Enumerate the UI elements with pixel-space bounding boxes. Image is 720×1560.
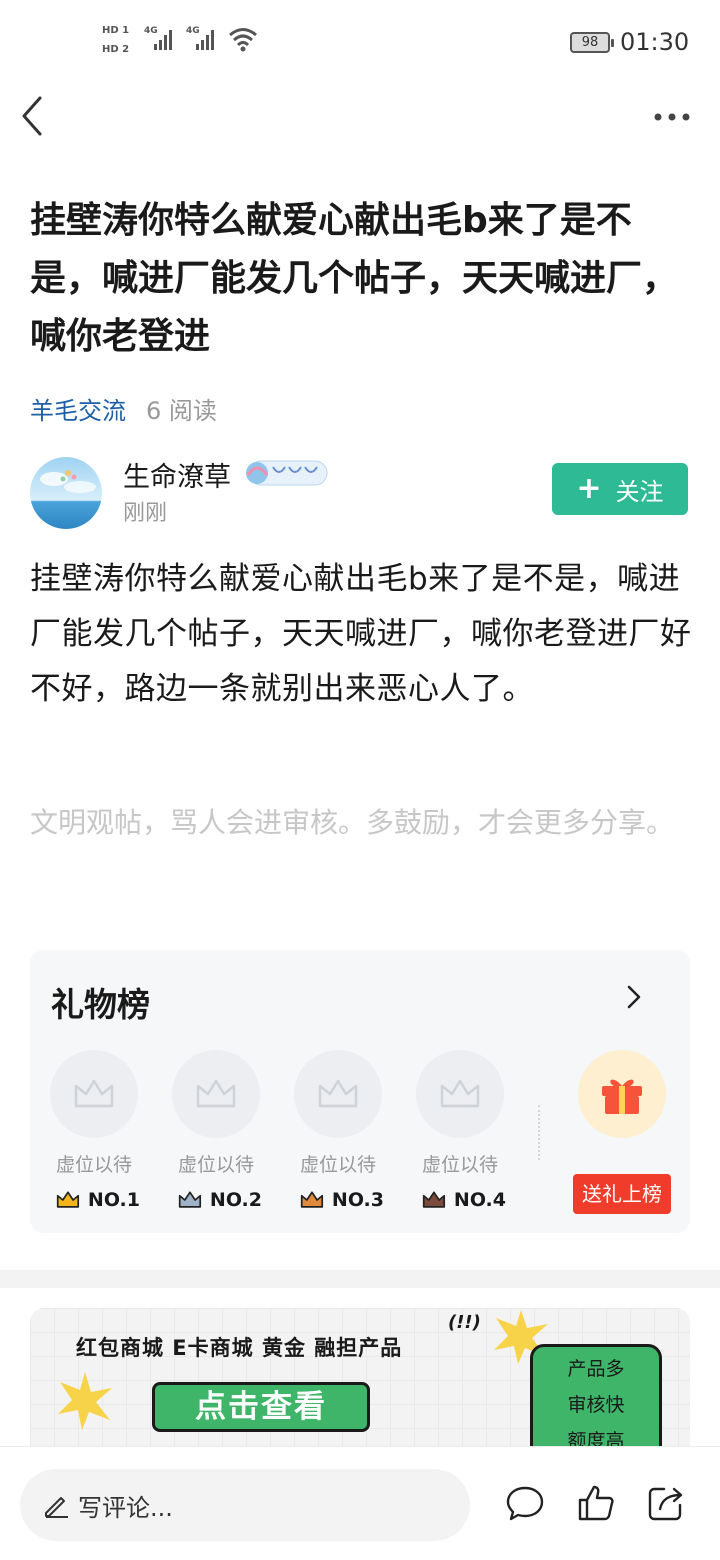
ad-feature: 产品多 bbox=[567, 1358, 625, 1380]
gift-rank-slot[interactable]: 虚位以待 NO.1 bbox=[50, 1050, 140, 1211]
back-chevron-icon[interactable] bbox=[16, 92, 56, 142]
post-body: 挂壁涛你特么献爱心献出毛b来了是不是，喊进厂能发几个帖子，天天喊进厂，喊你老登进… bbox=[30, 561, 692, 707]
divider bbox=[538, 1105, 540, 1160]
pencil-icon bbox=[45, 1497, 68, 1518]
hd-indicators: HD 1 HD 2 bbox=[102, 24, 138, 62]
rank-text: NO.2 bbox=[209, 1189, 262, 1211]
crown-gold-icon bbox=[56, 1191, 80, 1208]
crown-bronze-icon bbox=[300, 1191, 324, 1208]
hd1-badge: HD 1 bbox=[102, 25, 130, 36]
rank-number: NO.2 bbox=[172, 1189, 262, 1211]
sparkle-star-icon bbox=[58, 1372, 112, 1430]
read-count: 6 阅读 bbox=[146, 396, 217, 425]
like-thumb-icon[interactable] bbox=[576, 1483, 616, 1523]
crown-silver-icon bbox=[178, 1191, 202, 1208]
empty-slot-avatar bbox=[172, 1050, 260, 1138]
empty-slot-avatar bbox=[416, 1050, 504, 1138]
slot-label: 虚位以待 bbox=[421, 1154, 498, 1176]
comment-input[interactable]: 写评论... bbox=[20, 1469, 470, 1541]
post-time: 刚刚 bbox=[123, 501, 168, 526]
crown-outline-icon bbox=[440, 1079, 480, 1108]
status-bar: HD 1 HD 2 4G 4G 98 01:30 bbox=[0, 0, 720, 86]
rank-text: NO.3 bbox=[331, 1189, 384, 1211]
gift-box-icon bbox=[602, 1079, 642, 1114]
crown-outline-icon bbox=[74, 1079, 114, 1108]
ad-exclaim: (!!) bbox=[448, 1312, 481, 1333]
follow-label: 关注 bbox=[615, 477, 664, 506]
slot-label: 虚位以待 bbox=[177, 1154, 254, 1176]
empty-slot-avatar bbox=[50, 1050, 138, 1138]
civility-notice: 文明观帖，骂人会进审核。多鼓励，才会更多分享。 bbox=[30, 806, 675, 839]
rank-number: NO.1 bbox=[50, 1189, 140, 1211]
crown-outline-icon bbox=[196, 1079, 236, 1108]
more-dots-icon[interactable] bbox=[650, 100, 694, 134]
chevron-right-icon[interactable] bbox=[622, 982, 646, 1012]
status-time: 01:30 bbox=[620, 28, 690, 56]
ad-feature: 审核快 bbox=[567, 1394, 625, 1416]
slot-label: 虚位以待 bbox=[55, 1154, 132, 1176]
comment-placeholder: 写评论... bbox=[78, 1493, 173, 1522]
article-title: 挂壁涛你特么献爱心献出毛b来了是不是，喊进厂能发几个帖子，天天喊进厂，喊你老登进 bbox=[30, 200, 679, 357]
gift-board[interactable]: 礼物榜 虚位以待 NO.1 虚位以待 NO.2 虚位以待 NO.3 虚位以待 N… bbox=[30, 950, 690, 1233]
gift-rank-slot[interactable]: 虚位以待 NO.4 bbox=[416, 1050, 506, 1211]
category-link[interactable]: 羊毛交流 bbox=[30, 391, 126, 426]
follow-button[interactable]: + 关注 bbox=[552, 463, 688, 515]
send-gift-button[interactable]: 送礼上榜 bbox=[573, 1174, 671, 1214]
hd2-badge: HD 2 bbox=[102, 44, 130, 55]
ad-features-card: 产品多 审核快 额度高 bbox=[530, 1344, 662, 1458]
comment-icon[interactable] bbox=[505, 1483, 545, 1523]
battery-indicator: 98 bbox=[570, 32, 614, 53]
bottom-action-bar: 写评论... bbox=[0, 1446, 720, 1560]
gift-rank-slot[interactable]: 虚位以待 NO.2 bbox=[172, 1050, 262, 1211]
author-row: 生命潦草 刚刚 + 关注 bbox=[30, 455, 690, 530]
rank-text: NO.1 bbox=[87, 1189, 140, 1211]
wifi-icon bbox=[229, 28, 257, 52]
rank-number: NO.3 bbox=[294, 1189, 384, 1211]
ad-cta-button[interactable]: 点击查看 bbox=[152, 1382, 370, 1432]
avatar[interactable] bbox=[30, 457, 102, 529]
gift-rank-slot[interactable]: 虚位以待 NO.3 bbox=[294, 1050, 384, 1211]
crown-dark-icon bbox=[422, 1191, 446, 1208]
section-divider bbox=[0, 1270, 720, 1288]
rank-text: NO.4 bbox=[453, 1189, 506, 1211]
ad-banner[interactable]: 红包商城 E卡商城 黄金 融担产品 (!!) 点击查看 产品多 审核快 额度高 bbox=[30, 1308, 690, 1458]
user-level-badge bbox=[246, 460, 328, 486]
gift-box-button[interactable] bbox=[578, 1050, 666, 1138]
share-icon[interactable] bbox=[646, 1483, 686, 1523]
article-meta: 羊毛交流 6 阅读 bbox=[30, 390, 217, 426]
empty-slot-avatar bbox=[294, 1050, 382, 1138]
slot-label: 虚位以待 bbox=[299, 1154, 376, 1176]
plus-icon: + bbox=[576, 471, 602, 506]
gift-board-title: 礼物榜 bbox=[51, 985, 150, 1024]
rank-number: NO.4 bbox=[416, 1189, 506, 1211]
crown-outline-icon bbox=[318, 1079, 358, 1108]
ad-tagline: 红包商城 E卡商城 黄金 融担产品 bbox=[76, 1336, 403, 1360]
author-name[interactable]: 生命潦草 bbox=[123, 455, 231, 494]
